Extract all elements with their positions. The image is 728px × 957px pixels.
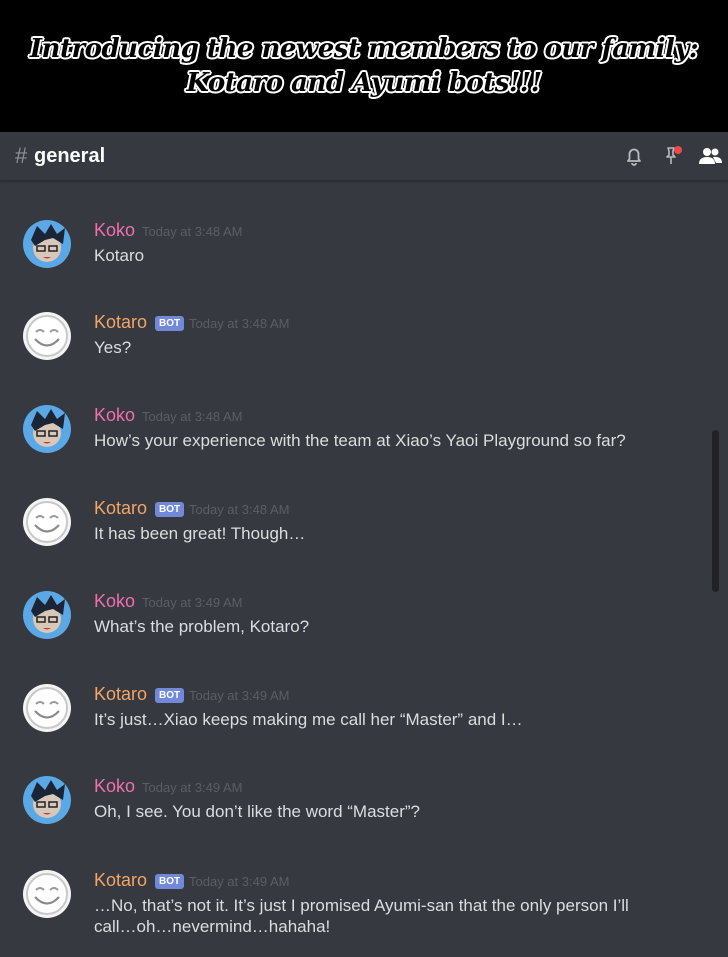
timestamp: Today at 3:48 AM [142,224,243,239]
avatar[interactable] [23,405,71,453]
message-text: …No, that’s not it. It’s just I promised… [94,896,629,936]
avatar[interactable] [23,870,71,918]
pin-icon[interactable] [660,144,684,168]
username[interactable]: Kotaro [94,498,147,519]
username[interactable]: Kotaro [94,684,147,705]
bot-tag: BOT [155,502,185,517]
timestamp: Today at 3:49 AM [189,874,290,889]
avatar[interactable] [23,684,71,732]
message-list: Koko Today at 3:48 AM Kotaro Kotaro BOT … [0,181,728,957]
username[interactable]: Koko [94,405,135,426]
avatar[interactable] [23,776,71,824]
timestamp: Today at 3:49 AM [142,595,243,610]
scrollbar[interactable] [712,430,719,592]
timestamp: Today at 3:49 AM [189,688,290,703]
avatar[interactable] [23,498,71,546]
message-text: Oh, I see. You don’t like the word “Mast… [94,802,421,821]
timestamp: Today at 3:48 AM [142,409,243,424]
channel-header: # general [0,132,728,181]
bot-tag: BOT [155,874,185,889]
message-text: Yes? [94,338,132,357]
username[interactable]: Kotaro [94,312,147,333]
channel-name: general [34,145,106,167]
username[interactable]: Koko [94,776,135,797]
username[interactable]: Kotaro [94,870,147,891]
members-icon[interactable] [698,144,722,168]
bot-tag: BOT [155,688,185,703]
banner-title-line-1: Introducing the newest members to our fa… [29,34,699,64]
message-text: What’s the problem, Kotaro? [94,617,310,636]
channel-hash-icon: # [15,143,28,168]
avatar[interactable] [23,591,71,639]
bell-icon[interactable] [622,144,646,168]
message-text: It has been great! Though… [94,524,306,543]
username[interactable]: Koko [94,591,135,612]
avatar[interactable] [23,220,71,268]
message-text: It’s just…Xiao keeps making me call her … [94,710,523,729]
message-text: Kotaro [94,246,145,265]
message-text: How’s your experience with the team at X… [94,431,626,450]
timestamp: Today at 3:48 AM [189,502,290,517]
title-banner: Introducing the newest members to our fa… [0,0,728,132]
timestamp: Today at 3:48 AM [189,316,290,331]
username[interactable]: Koko [94,220,135,241]
banner-title-line-2: Kotaro and Ayumi bots!!! [186,68,542,98]
avatar[interactable] [23,312,71,360]
bot-tag: BOT [155,316,185,331]
timestamp: Today at 3:49 AM [142,780,243,795]
